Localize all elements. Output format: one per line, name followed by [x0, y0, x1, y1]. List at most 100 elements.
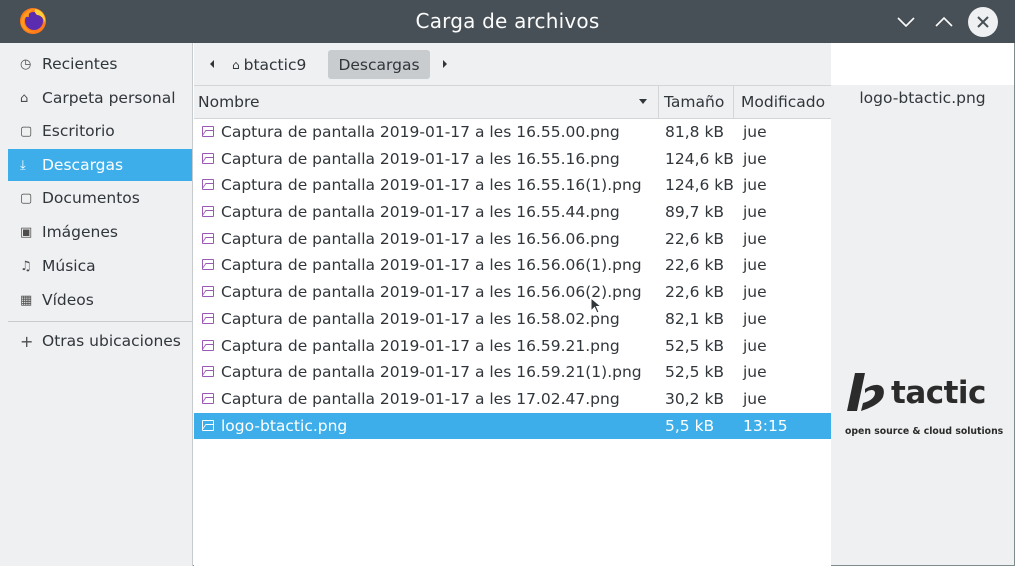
file-size: 30,2 kB — [665, 389, 725, 408]
image-file-icon — [202, 392, 214, 404]
image-file-icon — [202, 179, 214, 191]
minimize-icon — [897, 17, 915, 28]
file-name: Captura de pantalla 2019-01-17 a les 16.… — [221, 363, 642, 382]
file-rows: Captura de pantalla 2019-01-17 a les 16.… — [194, 119, 831, 440]
file-name: Captura de pantalla 2019-01-17 a les 17.… — [221, 389, 620, 408]
sidebar-item-otras-ubicaciones[interactable]: + Otras ubicaciones — [8, 325, 192, 357]
sidebar-item-label: Recientes — [42, 55, 118, 73]
sidebar-item-label: Vídeos — [42, 291, 94, 309]
file-modified: jue — [743, 363, 767, 382]
preview-filename: logo-btactic.png — [859, 89, 986, 107]
file-row[interactable]: Captura de pantalla 2019-01-17 a les 16.… — [194, 199, 831, 226]
column-size[interactable]: Tamaño — [658, 86, 732, 118]
file-row[interactable]: Captura de pantalla 2019-01-17 a les 16.… — [194, 306, 831, 333]
path-button-home[interactable]: ⌂ btactic9 — [228, 50, 316, 79]
sidebar-item-label: Otras ubicaciones — [42, 332, 181, 350]
image-file-icon — [202, 152, 214, 164]
path-button-current[interactable]: Descargas — [328, 50, 430, 79]
download-icon: ⤓ — [20, 157, 26, 173]
documents-icon: ▢ — [20, 190, 33, 206]
column-header: Nombre Tamaño Modificado — [194, 85, 831, 119]
maximize-button[interactable] — [930, 8, 958, 36]
mouse-cursor-icon — [590, 297, 602, 314]
arrow-left-icon — [210, 60, 214, 68]
file-modified: jue — [743, 389, 767, 408]
file-modified: jue — [743, 123, 767, 141]
sidebar-item-imagenes[interactable]: ▣ Imágenes — [8, 216, 192, 248]
home-icon: ⌂ — [20, 90, 29, 106]
file-row[interactable]: Captura de pantalla 2019-01-17 a les 17.… — [194, 386, 831, 413]
file-size: 81,8 kB — [665, 123, 725, 141]
file-name: Captura de pantalla 2019-01-17 a les 16.… — [221, 176, 642, 195]
sidebar-item-videos[interactable]: ▦ Vídeos — [8, 284, 192, 316]
file-row[interactable]: Captura de pantalla 2019-01-17 a les 16.… — [194, 252, 831, 279]
file-size: 124,6 kB — [665, 149, 734, 168]
file-name: Captura de pantalla 2019-01-17 a les 16.… — [221, 256, 642, 275]
sidebar-item-recientes[interactable]: ◷ Recientes — [8, 48, 192, 80]
preview-image: tactic open source & cloud solutions — [843, 371, 1008, 441]
sidebar-item-carpeta-personal[interactable]: ⌂ Carpeta personal — [8, 82, 192, 114]
sidebar-item-descargas[interactable]: ⤓ Descargas — [8, 149, 192, 181]
minimize-button[interactable] — [892, 8, 920, 36]
file-size: 52,5 kB — [665, 336, 725, 355]
file-modified: jue — [743, 229, 767, 248]
logo-wordmark: tactic — [891, 375, 986, 411]
video-icon: ▦ — [20, 292, 33, 308]
file-size: 22,6 kB — [665, 229, 725, 248]
sidebar-item-musica[interactable]: ♫ Música — [8, 250, 192, 282]
path-scroll-left-button[interactable] — [204, 56, 220, 72]
file-list: Nombre Tamaño Modificado Captura de pant… — [194, 85, 831, 566]
file-row[interactable]: Captura de pantalla 2019-01-17 a les 16.… — [194, 119, 831, 146]
column-name[interactable]: Nombre — [198, 86, 654, 118]
image-file-icon — [202, 286, 214, 298]
home-icon: ⌂ — [232, 57, 240, 72]
image-file-icon — [202, 206, 214, 218]
logo-tagline: open source & cloud solutions — [845, 426, 1004, 437]
file-row[interactable]: Captura de pantalla 2019-01-17 a les 16.… — [194, 333, 831, 360]
close-button[interactable] — [968, 7, 998, 37]
file-name: Captura de pantalla 2019-01-17 a les 16.… — [221, 203, 620, 222]
file-row[interactable]: Captura de pantalla 2019-01-17 a les 16.… — [194, 226, 831, 253]
file-name: Captura de pantalla 2019-01-17 a les 16.… — [221, 283, 642, 302]
plus-icon: + — [20, 331, 34, 351]
desktop-folder-icon: ▢ — [20, 123, 33, 139]
clock-icon: ◷ — [20, 56, 32, 72]
image-file-icon — [202, 419, 214, 431]
file-row[interactable]: Captura de pantalla 2019-01-17 a les 16.… — [194, 279, 831, 306]
file-size: 82,1 kB — [665, 309, 725, 328]
file-modified: jue — [743, 149, 767, 168]
file-row[interactable]: Captura de pantalla 2019-01-17 a les 16.… — [194, 359, 831, 386]
image-icon: ▣ — [20, 224, 33, 240]
file-name: Captura de pantalla 2019-01-17 a les 16.… — [221, 123, 620, 141]
image-file-icon — [202, 312, 214, 324]
file-modified: jue — [743, 336, 767, 355]
file-row[interactable]: Captura de pantalla 2019-01-17 a les 16.… — [194, 146, 831, 173]
sidebar-item-label: Escritorio — [42, 122, 115, 140]
file-row-selected[interactable]: logo-btactic.png 5,5 kB 13:15 — [194, 412, 831, 440]
sort-down-icon — [639, 99, 647, 104]
image-file-icon — [202, 126, 214, 137]
sidebar-item-documentos[interactable]: ▢ Documentos — [8, 182, 192, 214]
music-icon: ♫ — [20, 258, 32, 274]
file-modified: jue — [743, 176, 767, 195]
file-name: Captura de pantalla 2019-01-17 a les 16.… — [221, 229, 620, 248]
sidebar-item-label: Descargas — [42, 156, 124, 174]
file-size: 89,7 kB — [665, 203, 725, 222]
btactic-logo-mark — [847, 373, 884, 411]
sidebar-item-label: Carpeta personal — [42, 89, 176, 107]
file-row[interactable]: Captura de pantalla 2019-01-17 a les 16.… — [194, 172, 831, 199]
image-file-icon — [202, 366, 214, 378]
path-bar: ⌂ btactic9 Descargas — [194, 43, 831, 85]
maximize-icon — [935, 16, 953, 27]
arrow-right-icon — [443, 60, 447, 68]
sidebar-item-escritorio[interactable]: ▢ Escritorio — [8, 115, 192, 147]
file-name: Captura de pantalla 2019-01-17 a les 16.… — [221, 336, 620, 355]
title-bar: Carga de archivos — [0, 0, 1015, 43]
path-button-label: btactic9 — [243, 55, 307, 74]
column-modified[interactable]: Modificado — [733, 86, 831, 118]
file-modified: jue — [743, 203, 767, 222]
sidebar-item-label: Imágenes — [42, 223, 118, 241]
preview-pane: logo-btactic.png tactic open source & cl… — [831, 85, 1014, 565]
path-scroll-right-button[interactable] — [437, 56, 453, 72]
file-size: 5,5 kB — [665, 416, 715, 435]
